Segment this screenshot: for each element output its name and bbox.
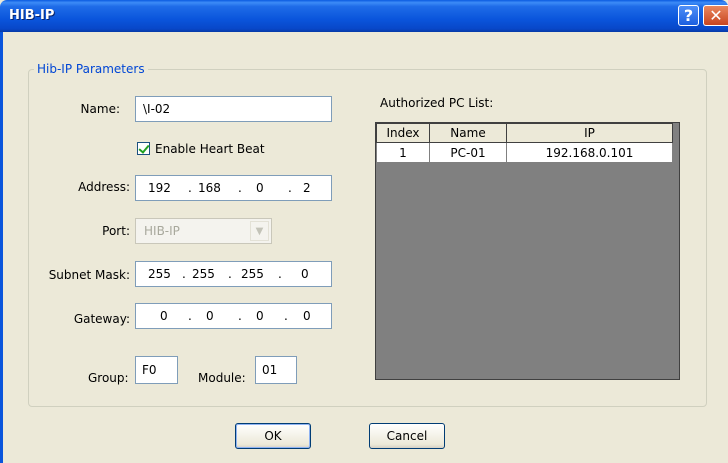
ip-dot: . bbox=[238, 181, 242, 195]
window-title: HIB-IP bbox=[9, 8, 55, 23]
column-header-index[interactable]: Index bbox=[376, 123, 430, 143]
ip-octet: 0 bbox=[303, 309, 311, 323]
window-border bbox=[0, 32, 3, 463]
port-label: Port: bbox=[102, 224, 130, 238]
subnet-input[interactable]: 255 . 255 . 255 . 0 bbox=[135, 261, 332, 287]
chevron-down-icon[interactable]: ▼ bbox=[250, 221, 269, 241]
table-cell-index: 1 bbox=[376, 142, 430, 163]
ip-octet: 255 bbox=[241, 267, 264, 281]
ip-octet: 0 bbox=[206, 309, 214, 323]
address-label: Address: bbox=[78, 180, 130, 194]
ip-octet: 255 bbox=[148, 267, 171, 281]
ip-octet: 0 bbox=[256, 181, 264, 195]
port-select[interactable]: HIB-IP ▼ bbox=[135, 218, 272, 244]
ip-dot: . bbox=[188, 309, 192, 323]
name-value: \I-02 bbox=[143, 102, 171, 116]
dialog-window: HIB-IP ? ✕ Hib-IP Parameters Name: \I-02… bbox=[0, 0, 728, 463]
pc-list-title: Authorized PC List: bbox=[380, 96, 494, 110]
ip-dot: . bbox=[288, 181, 292, 195]
group-value: F0 bbox=[142, 363, 157, 377]
pc-list-table: Index Name IP 1 PC-01 192.168.0.101 bbox=[376, 123, 673, 163]
ip-dot: . bbox=[188, 181, 192, 195]
table-cell-name: PC-01 bbox=[429, 142, 507, 163]
subnet-label: Subnet Mask: bbox=[48, 268, 130, 282]
table-header-row: Index Name IP bbox=[376, 123, 673, 143]
ip-octet: 168 bbox=[198, 181, 221, 195]
group-input[interactable]: F0 bbox=[135, 356, 178, 384]
gateway-label: Gateway: bbox=[73, 312, 130, 326]
ip-dot: . bbox=[278, 267, 282, 281]
module-label: Module: bbox=[198, 371, 246, 385]
module-input[interactable]: 01 bbox=[255, 356, 297, 384]
name-label: Name: bbox=[80, 102, 120, 116]
ok-button[interactable]: OK bbox=[235, 423, 311, 449]
close-icon[interactable]: ✕ bbox=[703, 5, 728, 26]
ip-dot: . bbox=[284, 309, 288, 323]
column-header-name[interactable]: Name bbox=[429, 123, 507, 143]
ip-octet: 0 bbox=[256, 309, 264, 323]
heartbeat-checkbox[interactable] bbox=[137, 142, 150, 155]
ip-dot: . bbox=[238, 309, 242, 323]
help-icon[interactable]: ? bbox=[678, 5, 699, 26]
table-cell-ip: 192.168.0.101 bbox=[506, 142, 673, 163]
module-value: 01 bbox=[262, 363, 278, 377]
title-bar[interactable]: HIB-IP ? ✕ bbox=[0, 0, 728, 32]
address-input[interactable]: 192 . 168 . 0 . 2 bbox=[135, 175, 332, 201]
ip-octet: 0 bbox=[301, 267, 309, 281]
name-input[interactable]: \I-02 bbox=[135, 96, 332, 122]
ip-dot: . bbox=[182, 267, 186, 281]
gateway-input[interactable]: 0 . 0 . 0 . 0 bbox=[135, 303, 332, 329]
ip-octet: 255 bbox=[192, 267, 215, 281]
ip-dot: . bbox=[228, 267, 232, 281]
port-value: HIB-IP bbox=[144, 224, 180, 238]
pc-list-grid[interactable]: Index Name IP 1 PC-01 192.168.0.101 bbox=[375, 122, 680, 380]
group-legend: Hib-IP Parameters bbox=[34, 62, 148, 76]
ip-octet: 192 bbox=[148, 181, 171, 195]
cancel-button[interactable]: Cancel bbox=[369, 423, 445, 449]
table-row[interactable]: 1 PC-01 192.168.0.101 bbox=[376, 142, 673, 163]
ip-octet: 0 bbox=[160, 309, 168, 323]
column-header-ip[interactable]: IP bbox=[506, 123, 673, 143]
ip-octet: 2 bbox=[303, 181, 311, 195]
heartbeat-label[interactable]: Enable Heart Beat bbox=[155, 142, 265, 156]
group-label: Group: bbox=[88, 371, 129, 385]
